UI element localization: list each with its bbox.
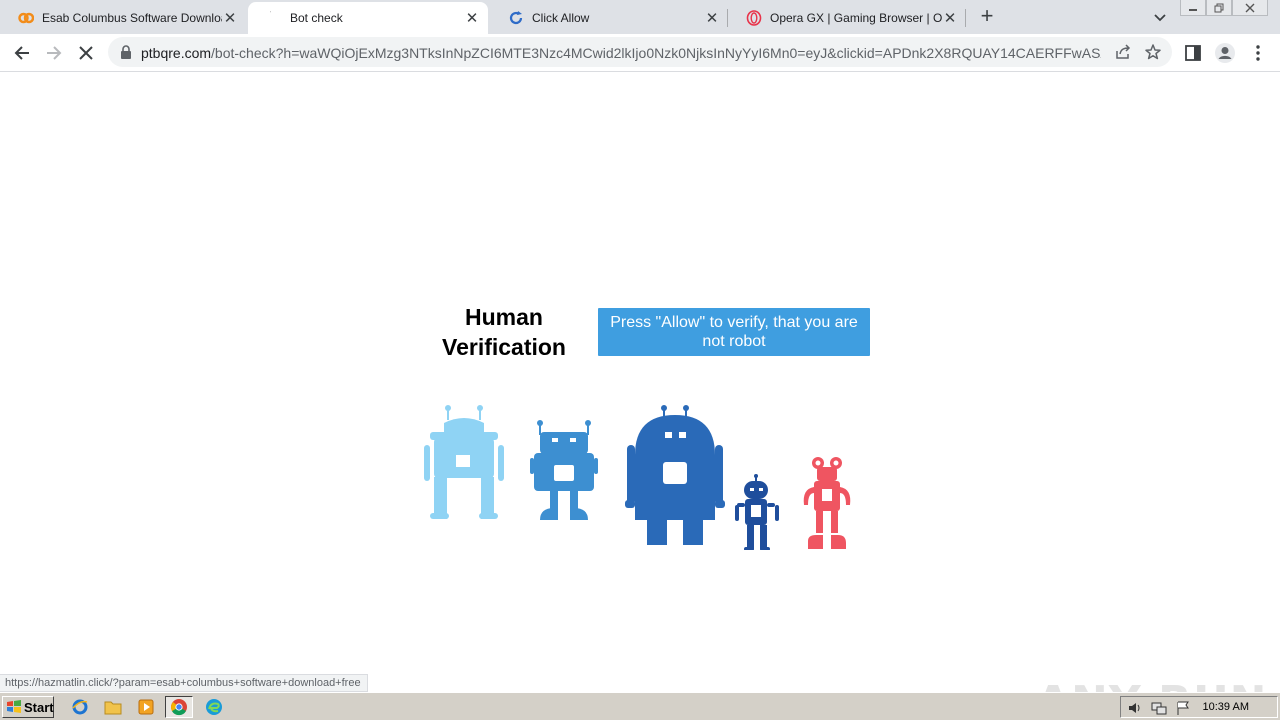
bookmark-star-icon[interactable] [1144,43,1162,66]
start-label: Start [24,699,54,715]
robot-navy [735,474,779,550]
url-text[interactable]: ptbqre.com/bot-check?h=waWQiOjExMzg3NTks… [141,45,1101,61]
tab-bot-check[interactable]: Bot check ✕ [248,2,488,34]
taskbar: Start 10:39 AM [0,692,1280,720]
network-icon[interactable] [1151,700,1167,716]
loading-icon [508,10,524,26]
robots-illustration [424,405,851,550]
ie-icon[interactable] [66,696,94,718]
folder-icon[interactable] [99,696,127,718]
restore-icon[interactable] [1206,0,1232,16]
stop-loading-icon[interactable] [74,41,98,65]
close-tab-icon[interactable]: ✕ [942,10,958,27]
share-icon[interactable] [1114,43,1132,66]
volume-icon[interactable] [1127,700,1143,716]
tab-title: Opera GX | Gaming Browser | Opera [770,11,942,25]
new-tab-button[interactable]: + [975,5,999,29]
close-tab-icon[interactable]: ✕ [222,10,238,27]
tab-title: Bot check [290,11,343,25]
tab-opera-gx[interactable]: Opera GX | Gaming Browser | Opera ✕ [728,2,966,34]
minimize-icon[interactable] [1180,0,1206,16]
robot-dark-blue [625,405,725,545]
tab-click-allow[interactable]: Click Allow ✕ [490,2,728,34]
close-tab-icon[interactable]: ✕ [704,10,720,27]
clock: 10:39 AM [1202,701,1249,713]
tab-separator [965,9,966,27]
chevron-down-icon[interactable] [1150,7,1170,27]
page-content: Human Verification Press "Allow" to veri… [0,72,1280,720]
forward-icon[interactable] [42,41,66,65]
flag-icon[interactable] [1175,700,1191,716]
opera-icon [746,10,762,26]
blank-icon [266,10,282,26]
close-tab-icon[interactable]: ✕ [464,10,480,27]
robot-red [803,457,851,549]
start-button[interactable]: Start [2,696,54,718]
page-heading: Human Verification [442,304,566,360]
back-icon[interactable] [10,41,34,65]
robot-medium-blue [530,420,598,520]
status-bar-url: https://hazmatlin.click/?param=esab+colu… [0,674,368,692]
close-window-icon[interactable] [1232,0,1268,16]
chrome-icon[interactable] [165,696,193,718]
profile-avatar-icon[interactable] [1213,41,1237,65]
edge-icon[interactable] [200,696,228,718]
robot-light-blue [424,405,504,519]
tab-title: Click Allow [532,11,590,25]
address-bar[interactable]: ptbqre.com/bot-check?h=waWQiOjExMzg3NTks… [108,37,1172,67]
tab-title: Esab Columbus Software Download F [42,11,222,25]
system-tray: 10:39 AM [1120,696,1278,718]
allow-instruction-button[interactable]: Press "Allow" to verify, that you are no… [598,308,870,356]
side-panel-icon[interactable] [1181,41,1205,65]
windows-logo-icon [6,699,22,716]
url-host: ptbqre.com [141,45,212,61]
window-controls [1180,0,1268,16]
menu-kebab-icon[interactable] [1246,41,1270,65]
browser-toolbar: ptbqre.com/bot-check?h=waWQiOjExMzg3NTks… [0,34,1280,72]
tab-esab[interactable]: Esab Columbus Software Download F ✕ [0,2,246,34]
url-path: /bot-check?h=waWQiOjExMzg3NTksInNpZCI6MT… [211,45,1101,61]
lock-icon[interactable] [120,45,132,64]
tab-strip: Esab Columbus Software Download F ✕ Bot … [0,0,1280,34]
co-icon [18,10,34,26]
media-player-icon[interactable] [132,696,160,718]
